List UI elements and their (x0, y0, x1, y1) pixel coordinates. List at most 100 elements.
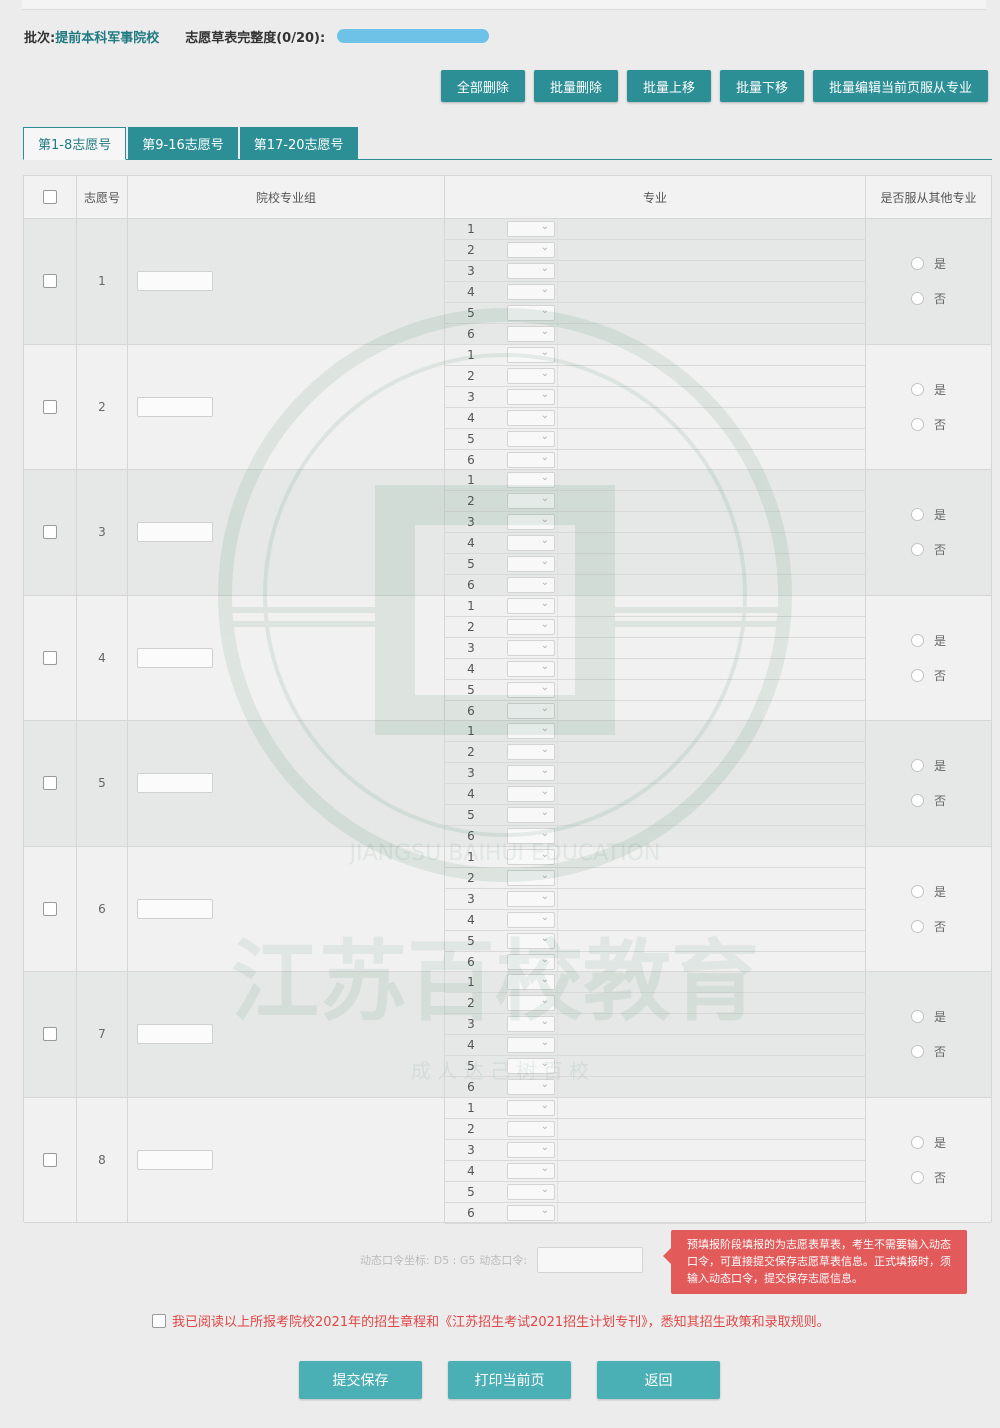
obey-no-radio[interactable]: 否 (910, 1169, 946, 1186)
major-select[interactable]: ⌄ (507, 869, 555, 886)
major-select[interactable]: ⌄ (507, 346, 555, 363)
major-select[interactable]: ⌄ (507, 1120, 555, 1137)
obey-yes-radio[interactable]: 是 (910, 883, 946, 900)
obey-yes-radio[interactable]: 是 (910, 506, 946, 523)
batch-move-down-button[interactable]: 批量下移 (719, 70, 804, 102)
tab-choices-17-20[interactable]: 第17-20志愿号 (239, 127, 358, 160)
major-select[interactable]: ⌄ (507, 1162, 555, 1179)
major-select[interactable]: ⌄ (507, 326, 555, 342)
major-select[interactable]: ⌄ (507, 493, 555, 509)
major-select[interactable]: ⌄ (507, 430, 555, 447)
row-checkbox[interactable] (43, 1027, 57, 1042)
major-select[interactable]: ⌄ (507, 221, 555, 237)
row-checkbox[interactable] (43, 901, 57, 916)
agreement-checkbox[interactable] (152, 1313, 166, 1328)
major-select[interactable]: ⌄ (507, 451, 555, 468)
major-select[interactable]: ⌄ (507, 828, 555, 844)
major-select[interactable]: ⌄ (507, 890, 555, 907)
tab-choices-1-8[interactable]: 第1-8志愿号 (23, 127, 127, 160)
obey-yes-radio[interactable]: 是 (910, 757, 946, 774)
major-select[interactable]: ⌄ (507, 263, 555, 279)
major-select[interactable]: ⌄ (507, 577, 555, 593)
obey-no-radio[interactable]: 否 (910, 667, 946, 684)
row-checkbox[interactable] (43, 776, 57, 791)
row-checkbox[interactable] (43, 274, 57, 289)
major-select[interactable]: ⌄ (507, 618, 555, 635)
major-select[interactable]: ⌄ (507, 535, 555, 551)
major-select[interactable]: ⌄ (507, 911, 555, 928)
group-code-input[interactable] (137, 647, 213, 668)
obey-radio-group: 是否 (910, 632, 946, 684)
obey-yes-radio[interactable]: 是 (910, 255, 946, 272)
choice-number: 4 (77, 595, 128, 720)
obey-yes-radio[interactable]: 是 (910, 1134, 946, 1151)
major-select[interactable]: ⌄ (507, 744, 555, 760)
major-select[interactable]: ⌄ (507, 1037, 555, 1053)
row-checkbox[interactable] (43, 399, 57, 414)
row-checkbox[interactable] (43, 1152, 57, 1167)
major-select[interactable]: ⌄ (507, 681, 555, 698)
obey-yes-radio[interactable]: 是 (910, 1008, 946, 1025)
print-page-button[interactable]: 打印当前页 (448, 1361, 571, 1399)
group-code-input[interactable] (137, 1024, 213, 1045)
major-select[interactable]: ⌄ (507, 1141, 555, 1158)
major-select[interactable]: ⌄ (507, 953, 555, 970)
group-code-input[interactable] (137, 1149, 213, 1170)
tab-choices-9-16[interactable]: 第9-16志愿号 (128, 127, 238, 160)
major-select[interactable]: ⌄ (507, 1058, 555, 1074)
submit-save-button[interactable]: 提交保存 (299, 1361, 422, 1399)
obey-yes-radio[interactable]: 是 (910, 632, 946, 649)
obey-no-radio[interactable]: 否 (910, 541, 946, 558)
group-code-input[interactable] (137, 522, 213, 543)
obey-no-radio[interactable]: 否 (910, 416, 946, 433)
delete-all-button[interactable]: 全部删除 (440, 70, 525, 102)
major-select[interactable]: ⌄ (507, 597, 555, 614)
major-select[interactable]: ⌄ (507, 409, 555, 426)
major-select[interactable]: ⌄ (507, 765, 555, 781)
batch-edit-obey-button[interactable]: 批量编辑当前页服从专业 (812, 70, 988, 102)
group-code-input[interactable] (137, 396, 213, 417)
major-select[interactable]: ⌄ (507, 242, 555, 258)
major-select[interactable]: ⌄ (507, 514, 555, 530)
major-select[interactable]: ⌄ (507, 388, 555, 405)
group-code-input[interactable] (137, 773, 213, 794)
obey-yes-radio[interactable]: 是 (910, 381, 946, 398)
major-select[interactable]: ⌄ (507, 367, 555, 384)
group-code-input[interactable] (137, 271, 213, 292)
major-select[interactable]: ⌄ (507, 848, 555, 865)
row-checkbox[interactable] (43, 650, 57, 665)
batch-move-up-button[interactable]: 批量上移 (626, 70, 711, 102)
major-select[interactable]: ⌄ (507, 974, 555, 990)
dynamic-token-input[interactable] (537, 1247, 644, 1273)
back-button[interactable]: 返回 (597, 1361, 720, 1399)
major-select[interactable]: ⌄ (507, 472, 555, 488)
major-select[interactable]: ⌄ (507, 1183, 555, 1200)
major-select[interactable]: ⌄ (507, 1016, 555, 1032)
row-checkbox[interactable] (43, 525, 57, 540)
major-select[interactable]: ⌄ (507, 1099, 555, 1116)
major-select[interactable]: ⌄ (507, 660, 555, 677)
group-code-input[interactable] (137, 898, 213, 919)
select-all-checkbox[interactable] (43, 190, 57, 204)
major-select[interactable]: ⌄ (507, 556, 555, 572)
major-select[interactable]: ⌄ (507, 932, 555, 949)
major-select[interactable]: ⌄ (507, 995, 555, 1011)
major-select[interactable]: ⌄ (507, 807, 555, 823)
major-select[interactable]: ⌄ (507, 1079, 555, 1095)
major-select[interactable]: ⌄ (507, 284, 555, 300)
chevron-down-icon: ⌄ (540, 1016, 549, 1027)
radio-circle-icon (910, 382, 924, 396)
major-slot-number: 1 (467, 222, 475, 236)
major-select[interactable]: ⌄ (507, 639, 555, 656)
major-select[interactable]: ⌄ (507, 786, 555, 802)
obey-no-radio[interactable]: 否 (910, 1043, 946, 1060)
major-select[interactable]: ⌄ (507, 305, 555, 321)
major-select[interactable]: ⌄ (507, 1204, 555, 1221)
obey-no-radio[interactable]: 否 (910, 918, 946, 935)
major-slot-number: 4 (467, 536, 475, 550)
batch-delete-button[interactable]: 批量删除 (533, 70, 618, 102)
obey-no-radio[interactable]: 否 (910, 290, 946, 307)
obey-no-radio[interactable]: 否 (910, 792, 946, 809)
major-select[interactable]: ⌄ (507, 723, 555, 739)
major-select[interactable]: ⌄ (507, 702, 555, 719)
